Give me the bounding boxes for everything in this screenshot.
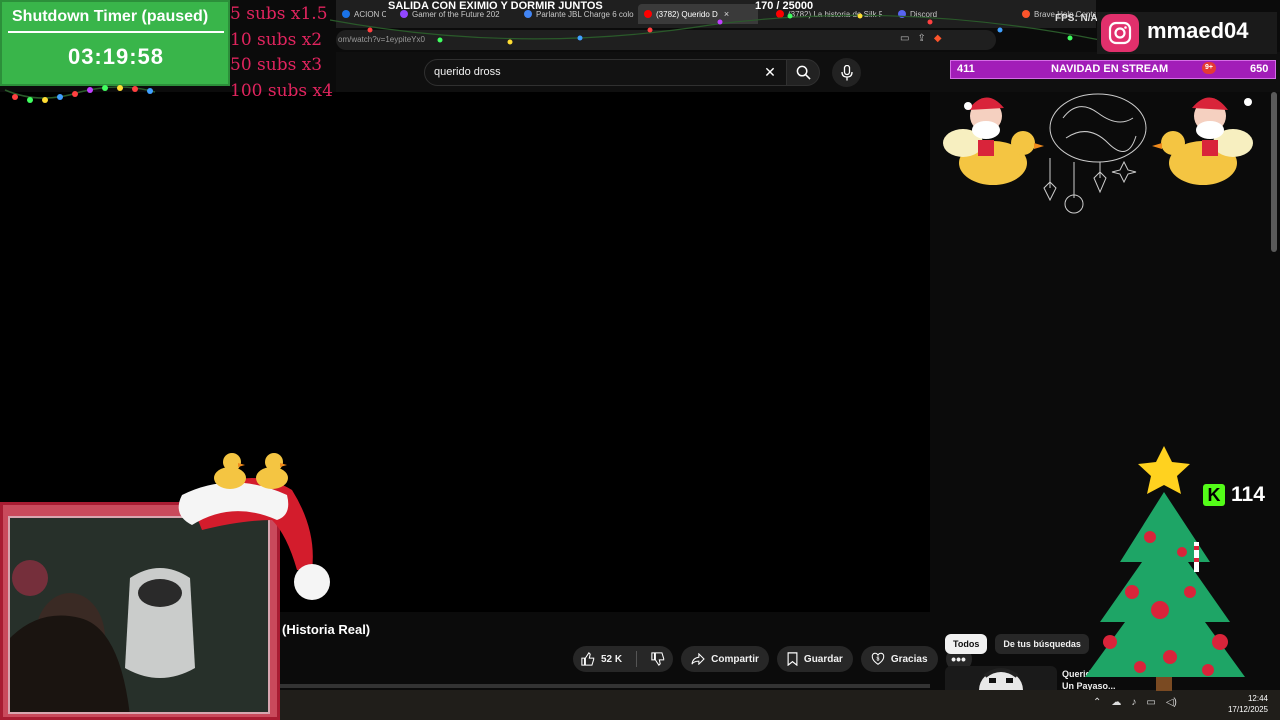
navidad-left-value: 411 (957, 63, 975, 75)
camera-glyph-icon (1108, 21, 1132, 45)
timer-value: 03:19:58 (67, 44, 165, 69)
thumbs-down-icon (651, 652, 665, 666)
chip-todos[interactable]: Todos (945, 634, 988, 654)
like-dislike-group: 52 K (573, 646, 674, 672)
voice-search-button[interactable] (832, 58, 861, 87)
star-icon (1138, 446, 1190, 494)
subs-multiplier-item: 10 subs x2 (230, 29, 323, 50)
search-icon (796, 65, 811, 80)
recommendation-chips: Todos De tus búsquedas (945, 634, 1089, 654)
subs-multiplier-list: 5 subs x1.5 10 subs x2 50 subs x3 100 su… (230, 2, 333, 104)
christmas-lights-top-decoration (330, 13, 1100, 45)
timer-title: Shutdown Timer (paused) (12, 8, 209, 25)
svg-text:$: $ (876, 656, 879, 662)
page-scroll-area (280, 684, 930, 688)
santa-duck-left (943, 97, 1044, 185)
feliz-navidad-decoration (943, 93, 1253, 214)
like-count: 52 K (601, 653, 623, 665)
ornament-icon (1043, 93, 1147, 214)
clock-time: 12:44 (1247, 694, 1268, 703)
santa-duck-right (1152, 97, 1253, 185)
video-actions: 52 K Compartir Guardar $ Gracias ••• (573, 646, 972, 672)
navidad-title: NAVIDAD EN STREAM (1051, 63, 1169, 75)
clock-date: 17/12/2025 (1227, 705, 1268, 714)
chevron-up-icon[interactable]: ⌃ (1093, 697, 1101, 708)
page-scrollbar[interactable] (1271, 92, 1277, 252)
thanks-heart-icon: $ (871, 652, 885, 665)
share-arrow-icon (691, 653, 705, 665)
volume-icon[interactable]: ◁) (1166, 697, 1177, 708)
santa-hat-decoration (178, 453, 330, 600)
search-button[interactable] (786, 59, 820, 86)
instagram-logo-icon (1101, 14, 1139, 52)
subs-multiplier-item: 50 subs x3 (230, 55, 323, 75)
system-tray: ⌃ ☁ ♪ ▭ ◁) (1093, 697, 1177, 708)
stream-screen: ACION CH Gamer of the Future 202 Parlant… (0, 0, 1280, 720)
thumbs-up-icon (581, 652, 595, 666)
thanks-button[interactable]: $ Gracias (860, 646, 938, 672)
subs-multiplier-item: 5 subs x1.5 (230, 4, 328, 24)
share-button[interactable]: Compartir (681, 646, 769, 672)
christmas-lights-decoration (4, 85, 156, 103)
christmas-tree-decoration (1085, 446, 1245, 691)
cloud-icon[interactable]: ☁ (1111, 697, 1121, 708)
search-query: querido dross (434, 66, 501, 78)
thanks-label: Gracias (890, 653, 928, 665)
clear-search-icon[interactable]: ✕ (762, 63, 778, 81)
bookmark-icon (787, 652, 798, 666)
save-label: Guardar (803, 653, 843, 665)
shutdown-timer-widget: Shutdown Timer (paused) 03:19:58 (0, 0, 230, 86)
timer-divider (8, 31, 224, 33)
divider (636, 651, 638, 667)
save-button[interactable]: Guardar (776, 646, 853, 672)
like-button[interactable]: 52 K (573, 646, 630, 672)
notification-badge: 9+ (1202, 62, 1216, 74)
dislike-button[interactable] (643, 646, 673, 672)
chip-de-tus-busquedas[interactable]: De tus búsquedas (995, 634, 1089, 654)
navidad-right-value: 650 (1250, 63, 1269, 75)
network-icon[interactable]: ▭ (1146, 697, 1155, 708)
instagram-handle: mmaed04 (1147, 18, 1249, 43)
subs-multiplier-item: 100 subs x4 (230, 80, 333, 101)
microphone-tray-icon[interactable]: ♪ (1131, 697, 1136, 708)
share-label: Compartir (711, 653, 759, 665)
taskbar-clock[interactable]: 12:44 17/12/2025 (1222, 693, 1268, 715)
microphone-icon (840, 64, 853, 80)
video-title: (Historia Real) (282, 622, 371, 637)
